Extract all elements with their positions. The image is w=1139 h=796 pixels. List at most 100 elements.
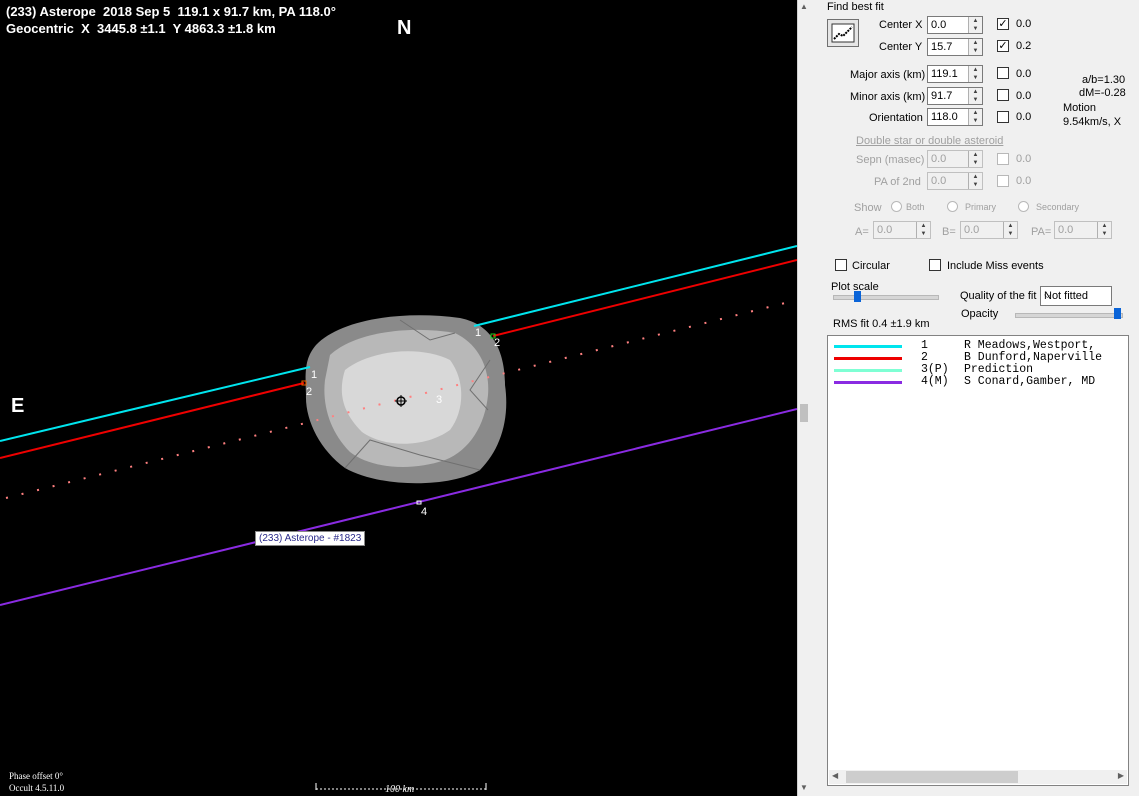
dm-value: dM=-0.28	[1079, 87, 1126, 99]
center-y-input[interactable]: 15.7 ▲ ▼	[927, 38, 983, 56]
double-star-link[interactable]: Double star or double asteroid	[856, 135, 1003, 147]
chord-label: 2	[494, 337, 500, 349]
orientation-checkbox[interactable]	[997, 111, 1009, 123]
a-label: A=	[855, 226, 869, 238]
observer-name: S Conard,Gamber, MD	[964, 375, 1096, 388]
find-best-fit-button[interactable]	[827, 19, 859, 47]
orientation-input[interactable]: 118.0 ▲ ▼	[927, 108, 983, 126]
plot-scale-slider[interactable]	[833, 295, 939, 300]
sepn-label: Sepn (masec)	[856, 154, 925, 166]
show-secondary-radio[interactable]	[1018, 201, 1029, 212]
show-both-radio[interactable]	[891, 201, 902, 212]
sepn-checkbox[interactable]	[997, 153, 1009, 165]
find-best-fit-label: Find best fit	[827, 1, 884, 13]
asteroid-shape	[305, 315, 507, 484]
chord-2-line-right	[492, 259, 797, 337]
show-primary-label: Primary	[965, 202, 996, 212]
chevron-down-icon: ⌵	[1044, 290, 1051, 300]
scrollbar-thumb[interactable]	[846, 771, 1018, 783]
minor-axis-input[interactable]: 91.7 ▲ ▼	[927, 87, 983, 105]
center-y-result: 0.2	[1016, 40, 1032, 52]
a-input[interactable]: 0.0 ▲ ▼	[873, 221, 931, 239]
pa-2nd-input[interactable]: 0.0 ▲ ▼	[927, 172, 983, 190]
motion-label: Motion	[1063, 102, 1097, 114]
orientation-label: Orientation	[869, 112, 923, 124]
version-label: Occult 4.5.11.0	[9, 783, 65, 793]
plot-vertical-scrollbar[interactable]: ▲ ▼	[797, 0, 811, 796]
minor-axis-checkbox[interactable]	[997, 89, 1009, 101]
pa-input[interactable]: 0.0 ▲ ▼	[1054, 221, 1112, 239]
east-label: E	[11, 395, 25, 417]
chord-label: 3	[436, 394, 442, 406]
opacity-thumb[interactable]	[1114, 308, 1121, 319]
list-horizontal-scrollbar[interactable]: ◀ ▶	[829, 770, 1127, 784]
plot-subtitle: Geocentric X 3445.8 ±1.1 Y 4863.3 ±1.8 k…	[6, 21, 276, 36]
orientation-result: 0.0	[1016, 111, 1032, 123]
ab-ratio: a/b=1.30	[1082, 74, 1126, 86]
chord-label: 2	[306, 386, 312, 398]
scale-label: 100 km	[385, 784, 415, 795]
observer-color-swatch	[834, 357, 902, 360]
observer-list[interactable]: 1 R Meadows,Westport, 2 B Dunford,Naperv…	[827, 335, 1129, 786]
pa-2nd-label: PA of 2nd	[874, 176, 921, 188]
center-x-checkbox[interactable]: ✓	[997, 18, 1009, 30]
scrollbar-thumb[interactable]	[800, 404, 808, 422]
chord-label: 4	[421, 506, 427, 518]
chart-icon	[831, 23, 855, 43]
list-item[interactable]: 4(M) S Conard,Gamber, MD	[828, 375, 1128, 388]
motion-value: 9.54km/s, X	[1063, 116, 1122, 128]
show-label: Show	[854, 202, 882, 214]
rms-fit: RMS fit 0.4 ±1.9 km	[833, 318, 930, 330]
show-secondary-label: Secondary	[1036, 202, 1080, 212]
major-axis-checkbox[interactable]	[997, 67, 1009, 79]
opacity-label: Opacity	[961, 308, 999, 320]
center-x-result: 0.0	[1016, 18, 1032, 30]
scroll-up-icon[interactable]: ▲	[800, 2, 808, 11]
chord-1-line-right	[473, 245, 797, 327]
observer-color-swatch	[834, 381, 902, 384]
occultation-plot[interactable]: 1 2 1 2 3 4 (233) Asterope 2018 Sep 5 11…	[0, 0, 797, 796]
center-x-input[interactable]: 0.0 ▲ ▼	[927, 16, 983, 34]
north-label: N	[397, 17, 412, 39]
chord-2-line-left	[0, 382, 305, 459]
b-input[interactable]: 0.0 ▲ ▼	[960, 221, 1018, 239]
plot-canvas: 1 2 1 2 3 4	[0, 245, 797, 790]
plot-title: (233) Asterope 2018 Sep 5 119.1 x 91.7 k…	[6, 4, 336, 19]
phase-offset: Phase offset 0°	[9, 771, 63, 781]
major-axis-label: Major axis (km)	[850, 69, 926, 81]
sepn-input[interactable]: 0.0 ▲ ▼	[927, 150, 983, 168]
show-primary-radio[interactable]	[947, 201, 958, 212]
asteroid-tooltip: (233) Asterope - #1823	[255, 531, 366, 546]
center-x-label: Center X	[879, 19, 923, 31]
b-label: B=	[942, 226, 956, 238]
observer-num: 4(M)	[921, 375, 949, 388]
center-y-checkbox[interactable]: ✓	[997, 40, 1009, 52]
chord-label: 1	[311, 369, 317, 381]
pa-2nd-result: 0.0	[1016, 175, 1032, 187]
scroll-right-icon[interactable]: ▶	[1118, 771, 1124, 780]
center-y-label: Center Y	[879, 41, 923, 53]
circular-label: Circular	[852, 260, 890, 272]
major-axis-result: 0.0	[1016, 68, 1032, 80]
minor-axis-label: Minor axis (km)	[850, 91, 926, 103]
include-miss-checkbox[interactable]	[929, 259, 941, 271]
sepn-result: 0.0	[1016, 153, 1032, 165]
pa-2nd-checkbox[interactable]	[997, 175, 1009, 187]
opacity-slider[interactable]	[1015, 313, 1123, 318]
include-miss-label: Include Miss events	[947, 260, 1044, 272]
show-both-label: Both	[906, 202, 925, 212]
quality-dropdown[interactable]: Not fitted ⌵	[1040, 286, 1112, 306]
fit-panel: Find best fit Center X 0.0 ▲ ▼ ✓ 0.0 Cente…	[811, 0, 1139, 796]
chord-1-line-left	[0, 366, 311, 442]
plot-scale-thumb[interactable]	[854, 291, 861, 302]
scroll-left-icon[interactable]: ◀	[832, 771, 838, 780]
minor-axis-result: 0.0	[1016, 90, 1032, 102]
pa-label: PA=	[1031, 226, 1052, 238]
observer-color-swatch	[834, 369, 902, 372]
quality-label: Quality of the fit	[960, 290, 1037, 302]
observer-color-swatch	[834, 345, 902, 348]
scroll-down-icon[interactable]: ▼	[800, 783, 808, 792]
major-axis-input[interactable]: 119.1 ▲ ▼	[927, 65, 983, 83]
circular-checkbox[interactable]	[835, 259, 847, 271]
chord-label: 1	[475, 327, 481, 339]
